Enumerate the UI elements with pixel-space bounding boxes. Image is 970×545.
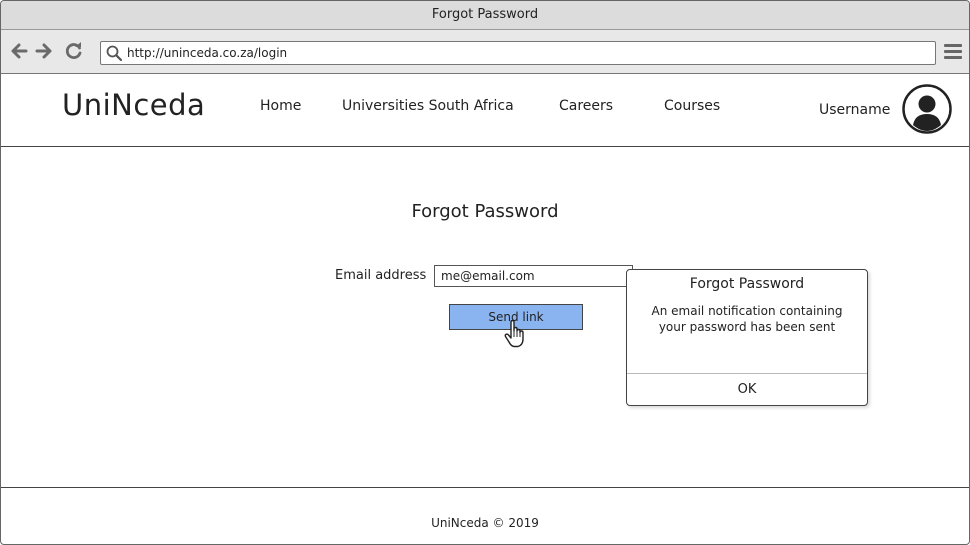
url-text: http://uninceda.co.za/login xyxy=(127,46,288,60)
nav-link-careers[interactable]: Careers xyxy=(559,98,613,114)
browser-window: Forgot Password http://uninceda.co.za/lo… xyxy=(0,0,970,545)
email-field[interactable] xyxy=(434,265,633,287)
search-icon xyxy=(106,45,122,61)
window-titlebar: Forgot Password xyxy=(1,1,969,30)
reload-button[interactable] xyxy=(64,41,84,61)
dialog-message: An email notification containing your pa… xyxy=(651,304,843,334)
nav-link-courses[interactable]: Courses xyxy=(664,98,720,114)
window-title: Forgot Password xyxy=(431,7,539,22)
page-title: Forgot Password xyxy=(411,201,559,222)
footer-copyright: UniNceda © 2019 xyxy=(431,516,539,530)
ok-button[interactable]: OK xyxy=(627,374,867,405)
hamburger-menu-icon[interactable] xyxy=(944,44,962,60)
user-avatar-icon[interactable] xyxy=(902,84,952,134)
nav-link-universities[interactable]: Universities South Africa xyxy=(342,98,514,114)
nav-link-home[interactable]: Home xyxy=(260,98,301,114)
address-bar[interactable]: http://uninceda.co.za/login xyxy=(100,41,936,65)
browser-toolbar: http://uninceda.co.za/login xyxy=(1,30,969,74)
arrow-right-icon xyxy=(35,43,52,59)
site-footer: UniNceda © 2019 xyxy=(1,487,969,544)
hand-pointer-icon xyxy=(504,320,524,348)
arrow-left-icon xyxy=(11,43,28,59)
reload-icon xyxy=(65,42,82,59)
email-label: Email address xyxy=(335,268,427,283)
username-label[interactable]: Username xyxy=(819,102,890,118)
forgot-password-dialog: Forgot Password An email notification co… xyxy=(626,269,868,406)
back-button[interactable] xyxy=(9,41,29,61)
site-logo[interactable]: UniNceda xyxy=(62,88,205,122)
forward-button[interactable] xyxy=(34,41,54,61)
site-header: UniNceda Home Universities South Africa … xyxy=(1,74,969,147)
dialog-title: Forgot Password xyxy=(689,276,805,292)
